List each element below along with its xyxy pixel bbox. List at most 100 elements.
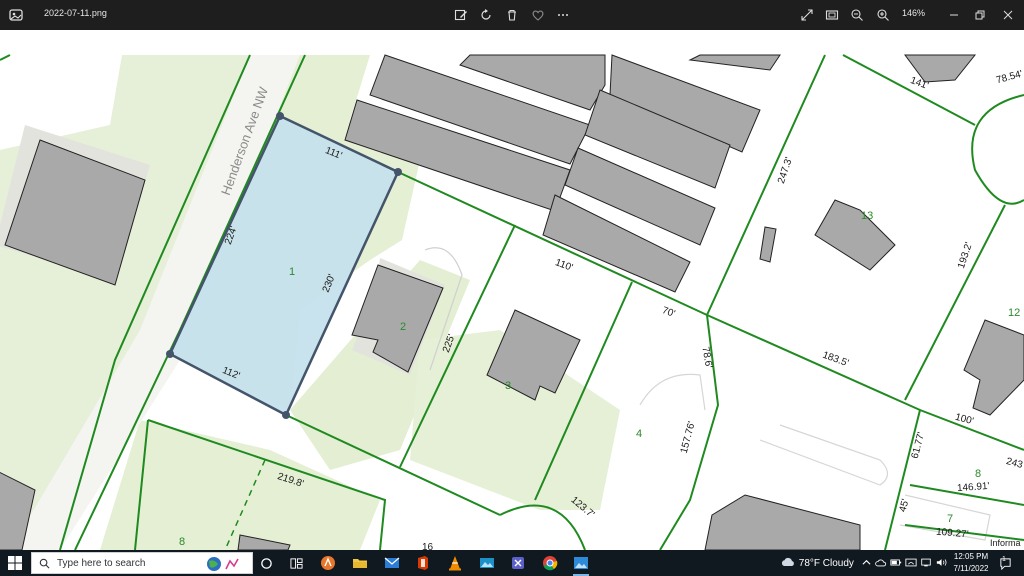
- expand-button[interactable]: [798, 6, 816, 24]
- task-view-icon: [260, 557, 272, 569]
- lot-number: 4: [636, 428, 643, 440]
- delete-button[interactable]: [503, 6, 521, 24]
- parcel-vertex[interactable]: [282, 411, 290, 419]
- close-button[interactable]: [999, 6, 1017, 24]
- lot-number: 8: [179, 536, 186, 548]
- dim-label: 146.91': [956, 480, 990, 495]
- info-label: Informa: [990, 538, 1021, 548]
- taskbar-file-explorer[interactable]: [350, 553, 370, 573]
- taskbar-app-orange[interactable]: [318, 553, 338, 573]
- close-icon: [1003, 10, 1013, 20]
- windows-taskbar: Type here to search 78°F Cloudy 12:05 PM…: [0, 550, 1024, 576]
- notification-count: 1: [1002, 556, 1006, 563]
- tray-network-2[interactable]: [919, 555, 933, 569]
- speaker-icon: [936, 558, 947, 566]
- zoom-out-icon: [851, 9, 863, 21]
- tray-volume[interactable]: [935, 555, 949, 569]
- rotate-button[interactable]: [477, 6, 495, 24]
- heart-icon: [532, 10, 544, 21]
- edit-icon: [454, 9, 467, 21]
- widgets-button[interactable]: [286, 553, 306, 573]
- chrome-icon: [543, 556, 558, 571]
- taskbar-search-box[interactable]: Type here to search: [31, 552, 253, 574]
- building: [704, 494, 861, 550]
- parcel-map: [0, 54, 1024, 550]
- task-view-button[interactable]: [256, 553, 276, 573]
- network-icon: [921, 558, 931, 566]
- clock-time: 12:05 PM: [953, 552, 989, 561]
- folder-icon: [353, 559, 367, 568]
- vlc-cone-icon: [449, 556, 461, 571]
- lot-number: 7: [947, 513, 954, 525]
- clock-date: 7/11/2022: [953, 564, 989, 573]
- search-highlight-icon: [204, 555, 240, 573]
- building: [814, 199, 896, 271]
- battery-icon: [890, 559, 902, 565]
- driveway-outline: [639, 373, 706, 411]
- title-bar: 2022-07-11.png 146%: [0, 0, 1024, 30]
- restore-icon: [975, 10, 985, 20]
- file-name: 2022-07-11.png: [44, 8, 107, 18]
- taskbar-office[interactable]: [413, 553, 433, 573]
- trash-icon: [508, 9, 516, 21]
- building: [963, 319, 1024, 416]
- onedrive-icon: [875, 559, 887, 566]
- rotate-icon: [481, 9, 491, 20]
- widgets-icon: [289, 557, 303, 569]
- dim-label: 16: [422, 542, 434, 550]
- search-placeholder: Type here to search: [57, 558, 146, 569]
- snip-icon: [512, 557, 524, 569]
- map-image[interactable]: Henderson Ave NW 1 111' 224' 230' 112' 2…: [0, 30, 1024, 550]
- zoom-in-button[interactable]: [874, 6, 892, 24]
- tray-onedrive[interactable]: [874, 555, 888, 569]
- windows-logo-icon: [8, 556, 22, 570]
- fit-icon: [825, 10, 839, 20]
- wifi-icon: [905, 558, 917, 566]
- fit-to-window-button[interactable]: [823, 6, 841, 24]
- minimize-icon: [950, 14, 958, 16]
- lot-number: 3: [505, 380, 512, 392]
- zoom-level: 146%: [902, 8, 926, 18]
- lot-number: 2: [400, 321, 407, 333]
- tray-network[interactable]: [904, 555, 918, 569]
- minimize-button[interactable]: [945, 6, 963, 24]
- edit-image-button[interactable]: [452, 6, 470, 24]
- search-icon: [39, 558, 50, 569]
- clock[interactable]: 12:05 PM 7/11/2022: [953, 551, 989, 575]
- taskbar-chrome[interactable]: [540, 553, 560, 573]
- taskbar-photos-alt[interactable]: [477, 553, 497, 573]
- building: [688, 54, 781, 71]
- parcel-vertex[interactable]: [394, 168, 402, 176]
- weather-text: 78°F Cloudy: [798, 558, 854, 569]
- lot-number: 13: [861, 210, 874, 222]
- taskbar-photos-active[interactable]: [571, 553, 591, 576]
- ellipsis-icon: [558, 14, 568, 16]
- chevron-up-icon: [862, 559, 870, 565]
- weather-widget[interactable]: 78°F Cloudy: [780, 556, 854, 569]
- mail-icon: [384, 557, 400, 568]
- expand-icon: [801, 9, 813, 21]
- parcel-vertex[interactable]: [166, 350, 174, 358]
- taskbar-mail[interactable]: [382, 553, 402, 573]
- zoom-in-icon: [877, 9, 889, 21]
- parcel-vertex[interactable]: [276, 112, 284, 120]
- office-icon: [418, 556, 428, 570]
- photos-icon: [574, 557, 588, 569]
- lot-number: 8: [975, 468, 982, 480]
- photos-app-icon: [8, 7, 24, 23]
- taskbar-vlc[interactable]: [445, 553, 465, 573]
- show-hidden-icons-button[interactable]: [859, 555, 873, 569]
- cloud-icon: [781, 557, 794, 566]
- favorite-button[interactable]: [529, 6, 547, 24]
- start-button[interactable]: [8, 556, 22, 570]
- more-options-button[interactable]: [554, 6, 572, 24]
- orange-app-icon: [321, 556, 335, 570]
- restore-button[interactable]: [971, 6, 989, 24]
- zoom-out-button[interactable]: [848, 6, 866, 24]
- lot-number: 12: [1008, 307, 1021, 319]
- lot-number-selected: 1: [289, 266, 296, 278]
- notification-center-button[interactable]: 1: [998, 556, 1012, 570]
- image-app-icon: [480, 558, 494, 568]
- taskbar-snip-tool[interactable]: [508, 553, 528, 573]
- tray-battery[interactable]: [889, 555, 903, 569]
